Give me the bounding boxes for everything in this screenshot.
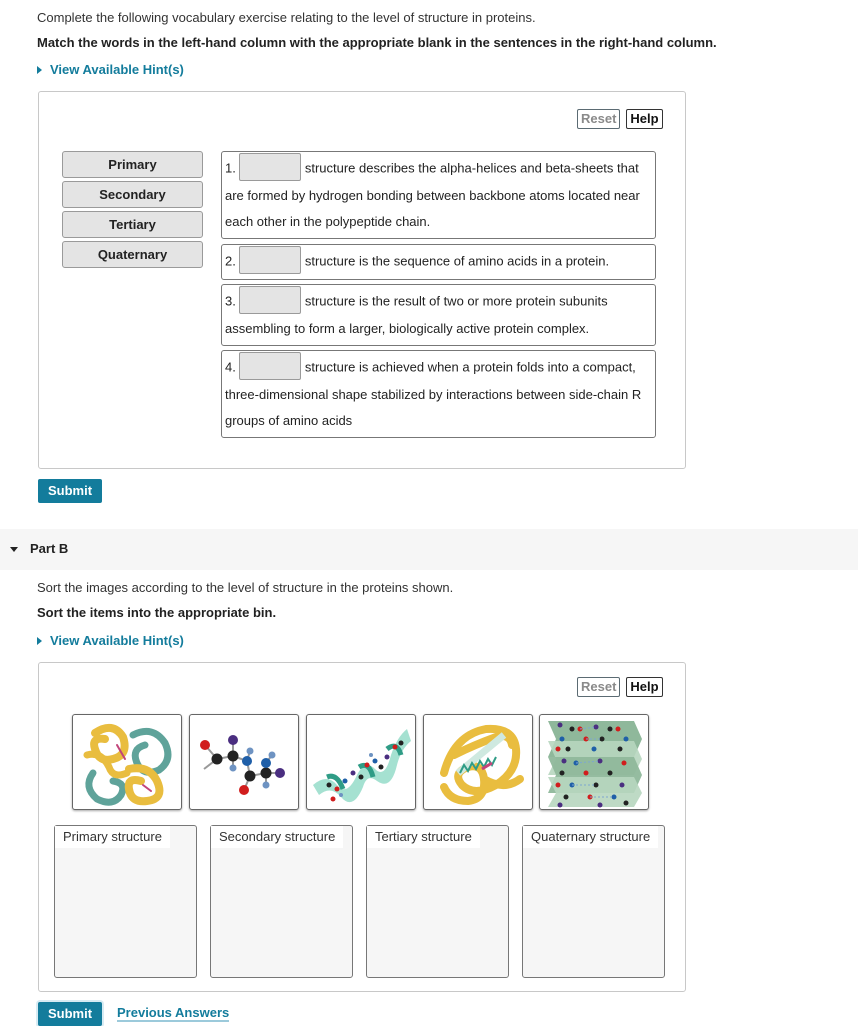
alpha-helix-ribbon-image [313, 729, 411, 803]
bin-primary-structure[interactable]: Primary structure [54, 825, 197, 978]
sentence-number: 2. [225, 253, 236, 269]
bin-label: Secondary structure [211, 826, 344, 848]
bin-label: Tertiary structure [367, 826, 480, 848]
caret-right-icon [37, 65, 42, 74]
bin-quaternary-structure[interactable]: Quaternary structure [522, 825, 665, 978]
item-folded-tertiary-protein[interactable] [423, 714, 533, 810]
hint-label: View Available Hint(s) [50, 62, 184, 77]
quaternary-protein-complex-image [83, 723, 172, 806]
sentence-4: 4. structure is achieved when a protein f… [221, 350, 656, 438]
item-quaternary-protein-complex[interactable] [72, 714, 182, 810]
part-a-reset-help: Reset Help [577, 109, 663, 129]
part-b-submit-button[interactable]: Submit [38, 1002, 103, 1026]
bin-secondary-structure[interactable]: Secondary structure [210, 825, 353, 978]
bin-label: Quaternary structure [523, 826, 659, 848]
item-beta-pleated-sheet[interactable] [539, 714, 649, 810]
reset-button[interactable]: Reset [577, 677, 621, 697]
part-a-intro: Complete the following vocabulary exerci… [37, 10, 536, 25]
part-b-intro: Sort the images according to the level o… [37, 580, 454, 595]
part-b-title: Part B [30, 541, 69, 556]
drop-blank-4[interactable] [238, 352, 301, 380]
sentence-number: 4. [225, 359, 236, 375]
sentence-number: 3. [225, 293, 236, 309]
caret-right-icon [37, 636, 42, 645]
sentence-number: 1. [225, 160, 236, 176]
hint-label: View Available Hint(s) [50, 633, 184, 648]
drop-blank-1[interactable] [238, 153, 301, 181]
previous-answers-link[interactable]: Previous Answers [117, 1006, 230, 1022]
word-tile-secondary[interactable]: Secondary [62, 181, 203, 208]
sentence-3: 3. structure is the result of two or more… [221, 284, 656, 346]
caret-down-icon [10, 547, 18, 552]
part-b-instruction: Sort the items into the appropriate bin. [37, 605, 277, 620]
help-button[interactable]: Help [626, 677, 663, 697]
folded-tertiary-protein-image [440, 724, 524, 805]
word-tile-tertiary[interactable]: Tertiary [62, 211, 203, 238]
item-amino-acid-ball-and-stick[interactable] [189, 714, 299, 810]
word-tile-primary[interactable]: Primary [62, 151, 203, 178]
part-b-reset-help: Reset Help [577, 677, 663, 697]
sentence-text: structure is the sequence of amino acids… [304, 253, 610, 269]
part-b-header[interactable]: Part B [0, 529, 858, 570]
bin-tertiary-structure[interactable]: Tertiary structure [366, 825, 509, 978]
amino-acid-ball-and-stick-image [200, 735, 285, 795]
reset-button[interactable]: Reset [577, 109, 621, 129]
sentence-1: 1. structure describes the alpha-helices … [221, 151, 656, 239]
part-b-hint-toggle[interactable]: View Available Hint(s) [37, 633, 184, 648]
drop-blank-3[interactable] [238, 286, 301, 314]
help-button[interactable]: Help [626, 109, 663, 129]
word-tile-quaternary[interactable]: Quaternary [62, 241, 203, 268]
part-a-instruction: Match the words in the left-hand column … [37, 35, 717, 50]
beta-pleated-sheet-image [548, 721, 642, 808]
sentence-2: 2. structure is the sequence of amino aci… [221, 244, 656, 280]
item-alpha-helix-ribbon[interactable] [306, 714, 416, 810]
drop-blank-2[interactable] [238, 246, 301, 274]
part-a-submit-button[interactable]: Submit [38, 479, 103, 503]
part-a-hint-toggle[interactable]: View Available Hint(s) [37, 62, 184, 77]
bin-label: Primary structure [55, 826, 170, 848]
